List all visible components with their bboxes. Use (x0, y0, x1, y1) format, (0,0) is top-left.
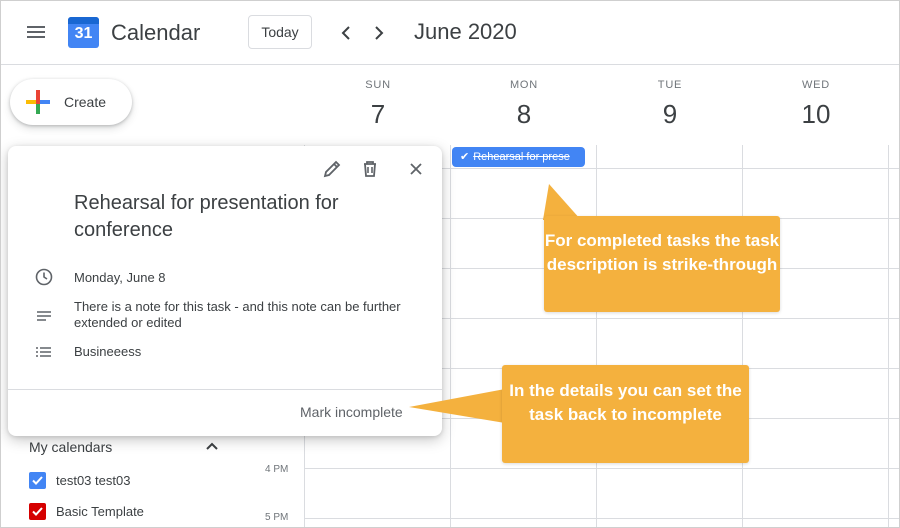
day-number[interactable]: 9 (597, 99, 743, 130)
next-week-button[interactable] (364, 19, 392, 47)
pencil-icon (323, 160, 341, 178)
main-menu-button[interactable] (23, 19, 51, 47)
time-label-4pm: 4 PM (265, 464, 289, 475)
grid-column-line (596, 145, 597, 527)
calendar-label: test03 test03 (56, 473, 131, 488)
calendar-label: Basic Template (56, 504, 144, 519)
callout-text: In the details you can set the task back… (509, 381, 742, 424)
logo-number: 31 (74, 25, 93, 42)
callout-mark-incomplete: In the details you can set the task back… (502, 365, 749, 463)
list-icon (36, 347, 51, 357)
calendar-checkbox[interactable] (29, 472, 46, 489)
day-number[interactable]: 7 (305, 99, 451, 130)
day-header-tue[interactable]: TUE 9 (597, 79, 743, 130)
close-popup-button[interactable] (404, 157, 428, 181)
today-button[interactable]: Today (248, 15, 312, 49)
task-note: There is a note for this task - and this… (74, 299, 401, 330)
day-header-wed[interactable]: WED 10 (743, 79, 889, 130)
check-icon (32, 507, 43, 516)
calendar-logo-icon: 31 (68, 17, 99, 48)
chevron-up-icon (206, 442, 218, 450)
trash-icon (364, 161, 376, 177)
completed-task-chip[interactable]: ✔ Rehearsal for prese (452, 147, 585, 167)
callout-strike-through: For completed tasks the task description… (544, 216, 780, 312)
task-chip-label: Rehearsal for prese (473, 151, 570, 163)
delete-task-button[interactable] (358, 157, 382, 181)
mark-incomplete-button[interactable]: Mark incomplete (300, 404, 403, 420)
task-list-name: Busineeess (74, 344, 142, 359)
calendar-window: 31 Calendar Today June 2020 Create SUN 7… (0, 0, 900, 528)
my-calendars-heading[interactable]: My calendars (29, 439, 112, 455)
check-icon (32, 476, 43, 485)
task-details-popup: Rehearsal for presentation for conferenc… (8, 146, 442, 436)
calendar-checkbox[interactable] (29, 503, 46, 520)
day-number[interactable]: 8 (451, 99, 597, 130)
top-bar: 31 Calendar Today June 2020 (1, 1, 899, 65)
popup-divider (8, 389, 442, 390)
hamburger-icon (27, 26, 45, 28)
day-name: WED (801, 79, 831, 91)
day-name: TUE (657, 79, 683, 91)
plus-icon (26, 90, 50, 114)
chevron-right-icon (375, 26, 384, 40)
current-month-title: June 2020 (414, 19, 517, 44)
callout-text: For completed tasks the task description… (544, 231, 780, 274)
day-number[interactable]: 10 (743, 99, 889, 130)
task-title: Rehearsal for presentation for conferenc… (74, 192, 339, 241)
create-button[interactable]: Create (10, 79, 132, 125)
grid-row-line (304, 518, 899, 519)
edit-task-button[interactable] (320, 157, 344, 181)
callout-arrow (409, 389, 505, 423)
day-header-sun[interactable]: SUN 7 (305, 79, 451, 130)
chevron-left-icon (341, 26, 350, 40)
collapse-calendars-button[interactable] (203, 437, 221, 455)
clock-icon (35, 268, 53, 286)
grid-column-line (742, 145, 743, 527)
create-label: Create (64, 94, 107, 110)
check-icon: ✔ (460, 151, 470, 163)
close-icon (410, 163, 422, 175)
task-date: Monday, June 8 (74, 270, 166, 285)
grid-column-line (888, 145, 889, 527)
day-header-mon[interactable]: MON 8 (451, 79, 597, 130)
day-name: SUN (365, 79, 391, 91)
grid-column-line (450, 145, 451, 527)
app-title: Calendar (111, 20, 201, 45)
grid-row-line (304, 468, 899, 469)
callout-arrow (543, 184, 581, 220)
previous-week-button[interactable] (333, 19, 361, 47)
notes-icon (37, 311, 51, 321)
time-label-5pm: 5 PM (265, 512, 289, 523)
day-name: MON (509, 79, 539, 91)
